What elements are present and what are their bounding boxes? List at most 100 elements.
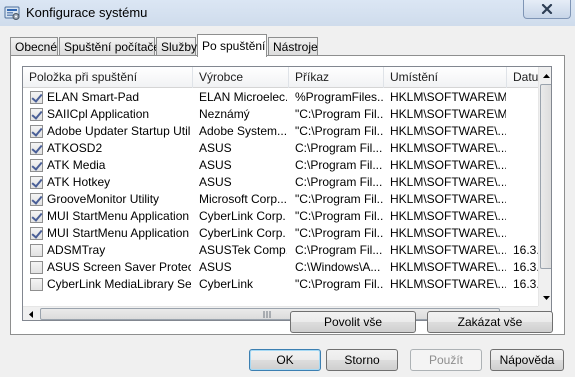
startup-item-checkbox[interactable] [30,210,43,223]
list-header: Položka při spuštění Výrobce Příkaz Umís… [23,67,538,88]
cell-name: ATK Media [47,158,106,172]
table-row[interactable]: ATKOSD2 ASUS C:\Program Fil... HKLM\SOFTWAR… [23,140,538,157]
cell-name: CyberLink MediaLibrary Service [47,277,191,291]
table-row[interactable]: ASUS Screen Saver Protector ASUS C:\Window… [23,259,538,276]
cell-location: HKLM\SOFTWARE\... [390,209,506,223]
startup-item-checkbox[interactable] [30,193,43,206]
cell-command: C:\Windows\A... [295,260,381,274]
cell-name: GrooveMonitor Utility [47,192,160,206]
cell-name: Adobe Updater Startup Utility [47,124,191,138]
cell-command: "C:\Program Fil... [295,107,383,121]
table-row[interactable]: ELAN Smart-Pad ELAN Microelec... %ProgramF… [23,89,538,106]
cell-name: ADSMTray [47,243,106,257]
cell-date [513,123,538,140]
column-location[interactable]: Umístění [384,67,507,88]
table-row[interactable]: GrooveMonitor Utility Microsoft Corp... "C… [23,191,538,208]
tab-boot[interactable]: Spuštění počítače [59,37,160,56]
startup-item-checkbox[interactable] [30,142,43,155]
tab-startup[interactable]: Po spuštění [197,34,267,57]
startup-item-checkbox[interactable] [30,159,43,172]
cell-vendor: ASUS [199,141,232,155]
cell-vendor: ELAN Microelec... [199,90,287,104]
startup-item-checkbox[interactable] [30,125,43,138]
grip-icon [263,311,271,318]
msconfig-icon [4,6,20,20]
table-row[interactable]: ATK Media ASUS C:\Program Fil... HKLM\SOFTW… [23,157,538,174]
startup-item-checkbox[interactable] [30,227,43,240]
cancel-button[interactable]: Storno [326,349,398,371]
startup-item-checkbox[interactable] [30,108,43,121]
cell-vendor: ASUS [199,158,232,172]
column-startup-item[interactable]: Položka při spuštění [23,67,193,88]
cell-name: MUI StartMenu Application [47,226,190,240]
column-vendor[interactable]: Výrobce [193,67,289,88]
list-body: ELAN Smart-Pad ELAN Microelec... %ProgramF… [23,89,538,306]
cell-date [513,191,538,208]
startup-item-checkbox[interactable] [30,176,43,189]
cell-command: "C:\Program Fil... [295,226,383,240]
cell-date: 16.3... [513,243,538,257]
table-row[interactable]: ADSMTray ASUSTek Comp... C:\Program Fil...… [23,242,538,259]
cell-command: "C:\Program Fil... [295,192,383,206]
cell-date [513,157,538,174]
scroll-down-arrow[interactable] [539,289,551,306]
cell-location: HKLM\SOFTWARE\... [390,124,506,138]
cell-date: 16.3... [513,260,538,274]
ok-button[interactable]: OK [249,349,321,371]
cell-location: HKLM\SOFTWARE\... [390,277,506,291]
cell-date: 16.3... [513,277,538,291]
help-button[interactable]: Nápověda [490,349,564,371]
table-row[interactable]: ATK Hotkey ASUS C:\Program Fil... HKLM\SOFT… [23,174,538,191]
tab-tools[interactable]: Nástroje [268,37,318,56]
cell-vendor: Adobe System... [199,124,287,138]
dialog-client: Obecné Spuštění počítače Služby Po spušt… [0,26,575,377]
cell-location: HKLM\SOFTWARE\... [390,243,506,257]
cell-location: HKLM\SOFTWARE\M... [390,90,506,104]
cell-location: HKLM\SOFTWARE\... [390,158,506,172]
cell-vendor: Neznámý [199,107,250,121]
chevron-down-icon [543,295,550,300]
table-row[interactable]: MUI StartMenu Application CyberLink Corp.… [23,208,538,225]
column-command[interactable]: Příkaz [289,67,384,88]
startup-item-checkbox[interactable] [30,244,43,257]
cell-command: C:\Program Fil... [295,141,383,155]
scroll-left-arrow[interactable] [23,306,38,320]
cell-vendor: CyberLink Corp. [199,209,286,223]
table-row[interactable]: CyberLink MediaLibrary Service CyberLink "… [23,276,538,293]
scroll-up-arrow[interactable] [539,67,551,84]
vertical-scroll-thumb[interactable] [540,84,551,269]
cell-location: HKLM\SOFTWARE\... [390,226,506,240]
close-button[interactable] [523,0,571,19]
tab-strip: Obecné Spuštění počítače Služby Po spušt… [10,34,570,57]
close-icon [541,4,553,14]
table-row[interactable]: MUI StartMenu Application CyberLink Corp.… [23,225,538,242]
tab-services[interactable]: Služby [156,37,197,56]
startup-list[interactable]: Položka při spuštění Výrobce Příkaz Umís… [22,66,552,321]
cell-vendor: Microsoft Corp... [199,192,287,206]
cell-vendor: ASUSTek Comp... [199,243,287,257]
enable-all-button[interactable]: Povolit vše [290,311,416,333]
cell-location: HKLM\SOFTWARE\... [390,141,506,155]
table-row[interactable]: Adobe Updater Startup Utility Adobe Syste… [23,123,538,140]
title-bar[interactable]: Konfigurace systému [0,0,575,26]
startup-item-checkbox[interactable] [30,261,43,274]
cell-vendor: CyberLink [199,277,254,291]
cell-date [513,174,538,191]
cell-name: MUI StartMenu Application [47,209,190,223]
cell-name: ATK Hotkey [47,175,111,189]
startup-item-checkbox[interactable] [30,278,43,291]
table-row[interactable]: SAIICpl Application Neznámý "C:\Program Fi… [23,106,538,123]
disable-all-button[interactable]: Zakázat vše [427,311,553,333]
startup-item-checkbox[interactable] [30,91,43,104]
cell-command: "C:\Program Fil... [295,124,383,138]
cell-date [513,106,538,123]
cell-date [513,140,538,157]
cell-location: HKLM\SOFTWARE\M... [390,107,506,121]
cell-name: SAIICpl Application [47,107,150,121]
vertical-scrollbar[interactable] [538,67,551,306]
apply-button[interactable]: Použít [410,349,482,371]
tab-general[interactable]: Obecné [10,37,58,56]
cell-vendor: ASUS [199,175,232,189]
cell-command: "C:\Program Fil... [295,277,383,291]
column-date[interactable]: Datu... [507,67,538,88]
